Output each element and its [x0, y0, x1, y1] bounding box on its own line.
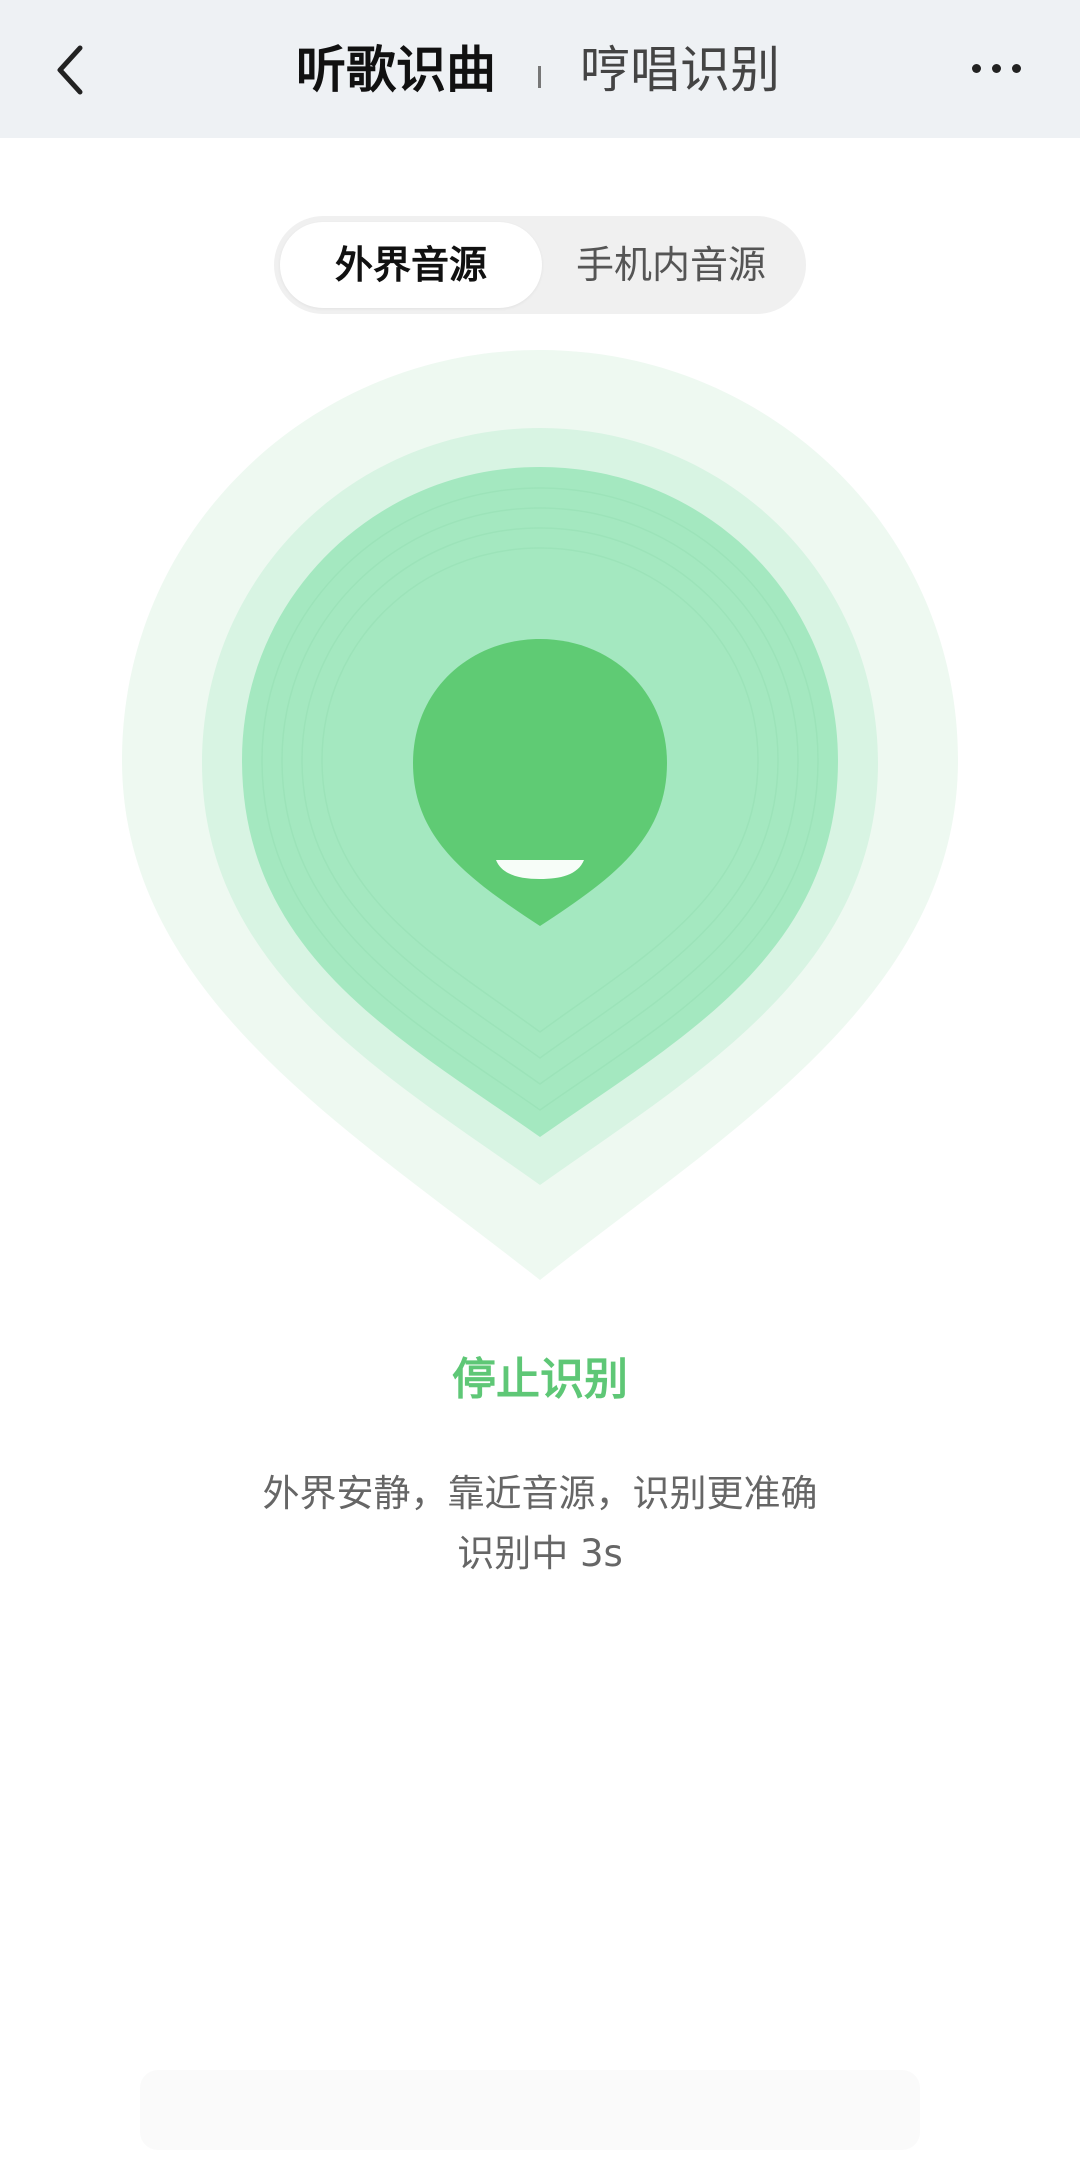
segment-external-source[interactable]: 外界音源: [280, 222, 542, 308]
bottom-placeholder-card: [140, 2070, 920, 2150]
tab-humming-recognition[interactable]: 哼唱识别: [580, 40, 780, 100]
tab-song-recognition[interactable]: 听歌识曲: [296, 40, 496, 100]
recognition-status: 识别中 3s: [457, 1532, 623, 1575]
stop-recognition-button[interactable]: 停止识别: [0, 1345, 1080, 1415]
recognition-page: 听歌识曲 哼唱识别 外界音源 手机内音源 停止识别 外界安静，靠近音源，识别更准…: [0, 0, 1080, 2161]
nav-divider: [538, 66, 541, 88]
drop-rings-graphic: [122, 350, 958, 1280]
more-horizontal-icon: [1011, 63, 1021, 73]
listening-animation[interactable]: [0, 340, 1080, 1300]
more-horizontal-icon: [971, 63, 981, 73]
top-nav-bar: 听歌识曲 哼唱识别: [0, 0, 1080, 138]
recognition-hint: 外界安静，靠近音源，识别更准确: [262, 1472, 818, 1515]
source-segmented-control: 外界音源 手机内音源: [274, 216, 806, 314]
more-horizontal-icon: [991, 63, 1001, 73]
chevron-left-icon: [57, 45, 83, 95]
back-button[interactable]: [30, 30, 110, 110]
more-button[interactable]: [960, 38, 1032, 98]
segment-phone-source[interactable]: 手机内音源: [542, 222, 800, 308]
